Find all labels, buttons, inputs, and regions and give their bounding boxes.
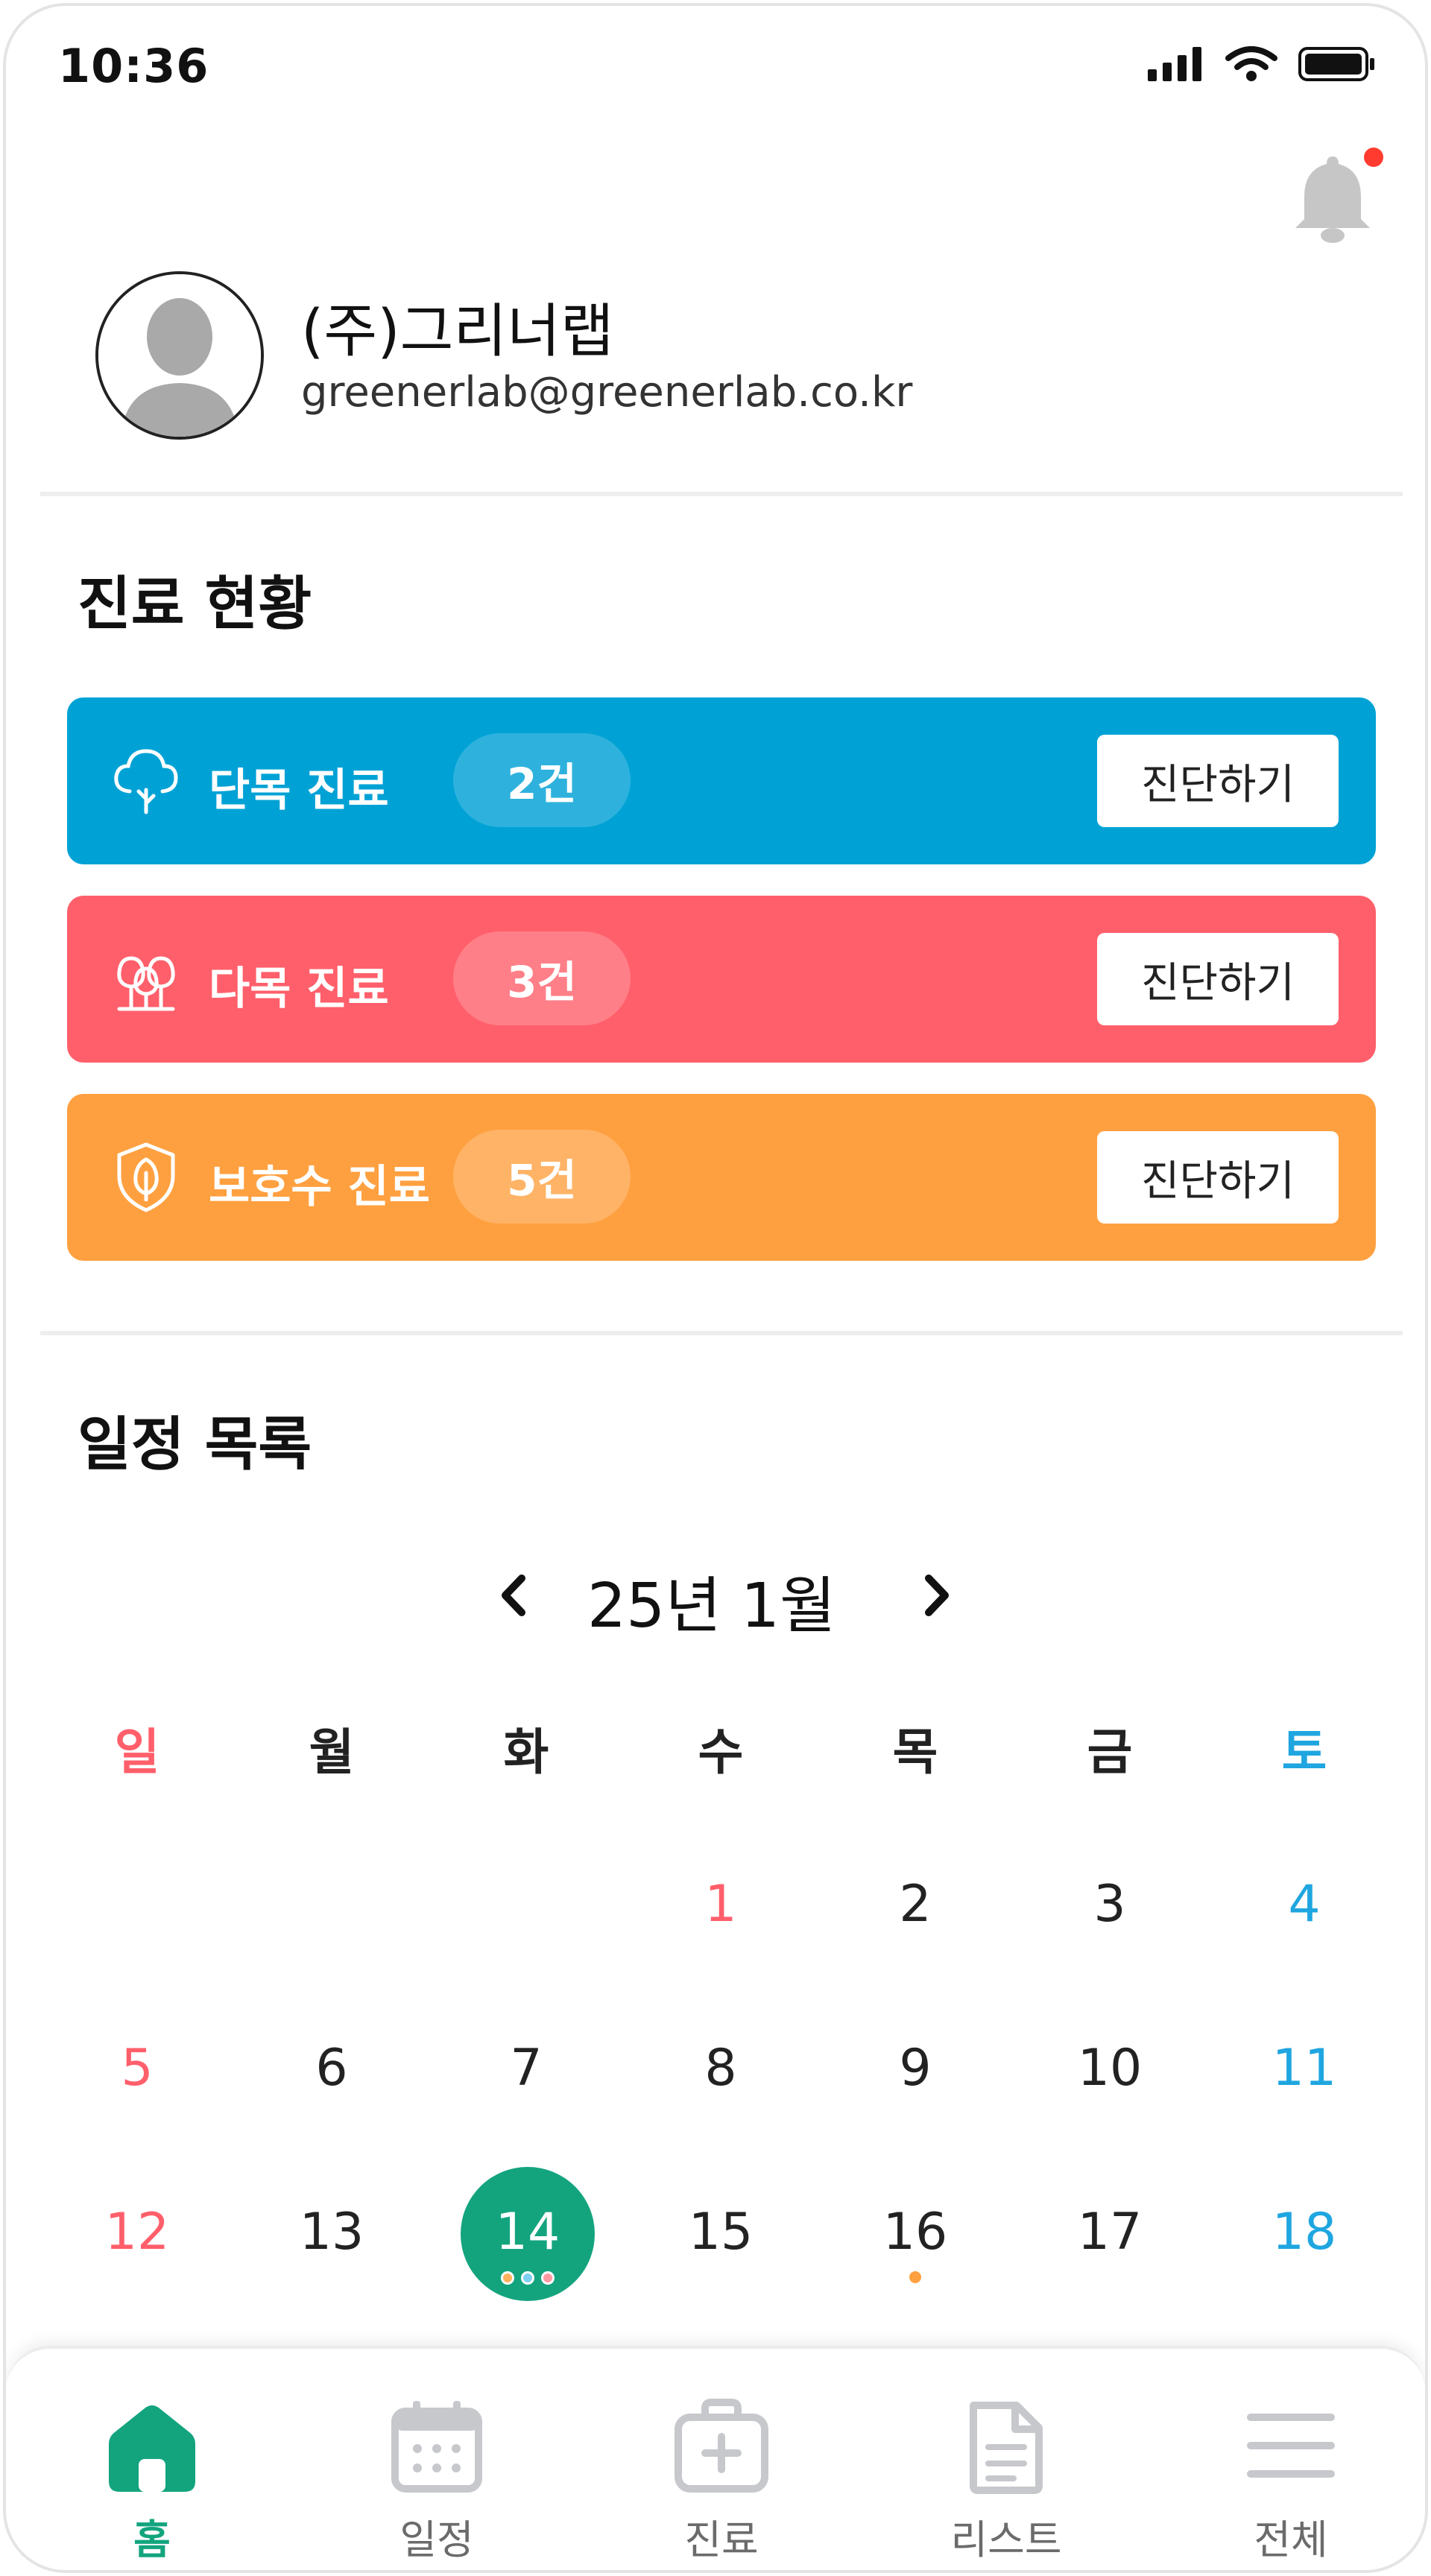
calendar-day[interactable]: 7 — [452, 2039, 601, 2098]
shield-leaf-icon — [117, 1142, 175, 1212]
weekday-tue: 화 — [503, 1724, 549, 1781]
medical-kit-icon — [675, 2399, 768, 2493]
weekday-wed: 수 — [698, 1724, 744, 1781]
event-dot — [909, 2271, 921, 2283]
calendar-day[interactable]: 4 — [1230, 1875, 1379, 1934]
divider — [40, 1331, 1403, 1335]
calendar-day[interactable]: 13 — [257, 2203, 406, 2262]
clinic-card-label: 보호수 진료 — [209, 1161, 430, 1213]
nav-label: 전체 — [1254, 2516, 1328, 2563]
clinic-status-title: 진료 현황 — [78, 571, 312, 638]
calendar-day[interactable]: 10 — [1035, 2039, 1184, 2098]
nav-schedule[interactable]: 일정 — [340, 2374, 534, 2563]
status-time: 10:36 — [58, 39, 209, 93]
user-icon — [98, 274, 261, 437]
clinic-card-multi-tree: 다목 진료 3건 진단하기 — [67, 896, 1376, 1063]
divider — [40, 492, 1403, 496]
profile-name: (주)그리너랩 — [301, 298, 614, 365]
nav-list[interactable]: 리스트 — [909, 2374, 1103, 2563]
clinic-card-count: 3건 — [453, 931, 631, 1025]
profile-email: greenerlab@greenerlab.co.kr — [301, 368, 913, 417]
event-dot — [521, 2271, 534, 2285]
calendar-day[interactable]: 3 — [1035, 1875, 1184, 1934]
menu-icon — [1247, 2414, 1335, 2478]
calendar-day[interactable]: 9 — [841, 2039, 990, 2098]
diagnose-button[interactable]: 진단하기 — [1097, 1131, 1339, 1224]
weekday-sat: 토 — [1281, 1724, 1327, 1781]
nav-label: 일정 — [399, 2516, 474, 2563]
event-dot — [501, 2271, 514, 2285]
tree-icon — [114, 749, 178, 814]
clinic-card-label: 다목 진료 — [209, 963, 389, 1015]
chevron-right-icon[interactable] — [908, 1562, 967, 1629]
calendar-day-today[interactable]: 14 — [461, 2203, 595, 2262]
signal-icon — [1148, 47, 1201, 81]
diagnose-button[interactable]: 진단하기 — [1097, 933, 1339, 1025]
calendar-day[interactable]: 16 — [841, 2203, 990, 2262]
clinic-card-count: 2건 — [453, 733, 631, 827]
calendar-day[interactable]: 12 — [63, 2203, 212, 2262]
weekday-mon: 월 — [309, 1724, 355, 1781]
calendar-day[interactable]: 5 — [63, 2039, 212, 2098]
clinic-card-protected-tree: 보호수 진료 5건 진단하기 — [67, 1094, 1376, 1261]
calendar-day[interactable]: 17 — [1035, 2203, 1184, 2262]
calendar-month-nav: 25년 1월 — [6, 1548, 1425, 1642]
calendar-day[interactable]: 15 — [646, 2203, 795, 2262]
clinic-card-single-tree: 단목 진료 2건 진단하기 — [67, 697, 1376, 864]
notification-bell-button[interactable] — [1283, 148, 1383, 252]
calendar-day[interactable]: 6 — [257, 2039, 406, 2098]
phone-screen: 10:36 (주)그리너랩 greenerlab@greenerlab.co.k… — [3, 3, 1428, 2573]
chevron-left-icon[interactable] — [483, 1562, 543, 1629]
calendar-day[interactable]: 1 — [646, 1875, 795, 1934]
schedule-title: 일정 목록 — [78, 1411, 312, 1478]
calendar-month-title: 25년 1월 — [587, 1571, 836, 1642]
weekday-fri: 금 — [1087, 1724, 1133, 1781]
status-icons — [1148, 46, 1376, 82]
diagnose-button[interactable]: 진단하기 — [1097, 735, 1339, 827]
nav-all[interactable]: 전체 — [1194, 2374, 1388, 2563]
clinic-card-label: 단목 진료 — [209, 765, 389, 817]
nav-clinic[interactable]: 진료 — [625, 2374, 818, 2563]
nav-label: 홈 — [133, 2516, 171, 2563]
calendar-day[interactable]: 2 — [841, 1875, 990, 1934]
battery-icon — [1298, 47, 1374, 81]
weekday-sun: 일 — [114, 1724, 160, 1781]
trees-icon — [117, 956, 175, 1011]
bottom-navigation: 홈 일정 진료 리스트 전체 — [6, 2346, 1425, 2570]
wifi-icon — [1225, 46, 1277, 81]
weekday-thu: 목 — [892, 1724, 938, 1781]
status-bar: 10:36 — [6, 6, 1425, 133]
notification-dot — [1364, 148, 1383, 167]
nav-home[interactable]: 홈 — [55, 2374, 249, 2563]
calendar-icon — [391, 2401, 482, 2493]
calendar-day[interactable]: 18 — [1230, 2203, 1379, 2262]
event-dot — [541, 2271, 555, 2285]
nav-label: 진료 — [684, 2516, 759, 2563]
calendar-day[interactable]: 8 — [646, 2039, 795, 2098]
calendar-day[interactable]: 11 — [1230, 2039, 1379, 2098]
home-icon — [109, 2405, 195, 2492]
clinic-card-count: 5건 — [453, 1130, 631, 1224]
avatar[interactable] — [95, 271, 264, 440]
nav-label: 리스트 — [950, 2516, 1062, 2563]
document-icon — [970, 2402, 1043, 2494]
